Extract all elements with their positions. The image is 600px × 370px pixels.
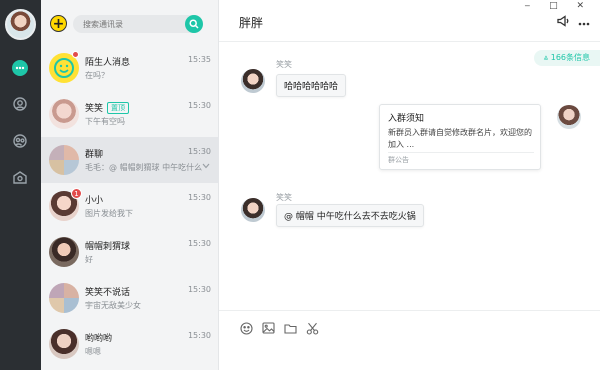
nav-rail — [0, 0, 41, 370]
contact-avatar — [49, 99, 79, 129]
user-avatar[interactable] — [5, 9, 36, 40]
search-icon[interactable] — [185, 15, 203, 33]
contact-time: 15:30 — [187, 101, 211, 110]
chat-window: 胖胖 ‒ □ ✕ ⩓ 166条信息 笑笑 哈哈哈哈哈哈 入群须知 新群员入群请自… — [219, 0, 600, 370]
contact-preview: 宇宙无敌美少女 — [85, 301, 141, 310]
contact-avatar — [49, 237, 79, 267]
contact-name: 群聊 — [85, 150, 104, 160]
contact-time: 15:30 — [187, 239, 211, 248]
contact-avatar — [49, 329, 79, 359]
message-bubble: @ 帽帽 中午吃什么去不去吃火锅 — [276, 204, 424, 227]
conversation-list: 陌生人消息 在吗？ 15:35 笑笑 置顶 下午有空吗 15:30 群聊 毛毛：@… — [41, 45, 219, 367]
chat-header: 胖胖 ‒ □ ✕ — [219, 0, 600, 42]
composer-toolbar — [239, 321, 319, 335]
message-bubble: 哈哈哈哈哈哈 — [276, 74, 347, 97]
contact-time: 15:30 — [187, 285, 211, 294]
self-avatar[interactable] — [557, 105, 581, 129]
contact-name: 笑笑不说话 — [85, 288, 131, 298]
add-button[interactable]: + — [50, 15, 67, 32]
contact-time: 15:30 — [187, 147, 211, 156]
contact-preview: 嗯嗯 — [85, 347, 101, 356]
panel-header: + — [41, 0, 219, 45]
message-sender: 笑笑 — [276, 60, 292, 69]
group-avatar — [49, 283, 79, 313]
conversation-item[interactable]: 帽帽刺猬球 好 15:30 — [41, 229, 219, 275]
groups-nav-icon[interactable] — [8, 130, 32, 154]
pinned-tag: 置顶 — [107, 102, 130, 114]
chat-actions — [557, 15, 590, 29]
conversation-item[interactable]: 哟哟哟 嗯嗯 15:30 — [41, 321, 219, 367]
contact-preview: 下午有空吗 — [85, 117, 125, 126]
conversation-item[interactable]: 群聊 毛毛：@ 帽帽刺猬球 中午吃什么 15:30 — [41, 137, 219, 183]
scissors-icon[interactable] — [305, 321, 319, 335]
image-icon[interactable] — [261, 321, 275, 335]
contact-preview: 毛毛：@ 帽帽刺猬球 中午吃什么 — [85, 163, 203, 172]
more-icon[interactable] — [578, 16, 590, 28]
notice-title: 入群须知 — [388, 114, 425, 124]
apps-nav-icon[interactable] — [8, 166, 32, 190]
conversation-item[interactable]: 1 小小 图片发给我下 15:30 — [41, 183, 219, 229]
conversation-item[interactable]: 陌生人消息 在吗？ 15:35 — [41, 45, 219, 91]
unread-dot — [72, 51, 79, 58]
chat-nav-icon[interactable] — [8, 56, 32, 80]
contact-name: 帽帽刺猬球 — [85, 242, 131, 252]
window-controls[interactable]: ‒ □ ✕ — [525, 1, 593, 11]
sender-avatar[interactable] — [241, 69, 265, 93]
contact-name: 哟哟哟 — [85, 334, 113, 344]
contact-name: 笑笑 置顶 — [85, 101, 130, 114]
message-area[interactable]: ⩓ 166条信息 笑笑 哈哈哈哈哈哈 入群须知 新群员入群请自觉修改群名片，欢迎… — [219, 42, 600, 310]
notice-body: 新群员入群请自觉修改群名片，欢迎您的加入 ... — [388, 128, 532, 149]
contact-preview: 在吗？ — [85, 71, 109, 80]
sender-avatar[interactable] — [241, 198, 265, 222]
message-sender: 笑笑 — [276, 193, 292, 202]
search-input[interactable] — [73, 15, 201, 33]
contact-name: 陌生人消息 — [85, 58, 131, 68]
unread-badge: 1 — [71, 188, 82, 199]
chevron-down-icon[interactable] — [202, 163, 210, 169]
contact-time: 15:30 — [187, 331, 211, 340]
contact-preview: 图片发给我下 — [85, 209, 133, 218]
composer[interactable] — [219, 310, 600, 370]
conversation-item[interactable]: 笑笑不说话 宇宙无敌美少女 15:30 — [41, 275, 219, 321]
contacts-nav-icon[interactable] — [8, 93, 32, 117]
conversation-item[interactable]: 笑笑 置顶 下午有空吗 15:30 — [41, 91, 219, 137]
contact-time: 15:30 — [187, 193, 211, 202]
announcement-icon[interactable] — [557, 15, 570, 29]
folder-icon[interactable] — [283, 321, 297, 335]
contact-time: 15:35 — [187, 55, 211, 64]
chat-title: 胖胖 — [239, 16, 264, 30]
group-avatar — [49, 145, 79, 175]
emoji-icon[interactable] — [239, 321, 253, 335]
notice-footer: 群公告 — [388, 152, 534, 165]
contact-name: 小小 — [85, 196, 104, 206]
group-notice-card[interactable]: 入群须知 新群员入群请自觉修改群名片，欢迎您的加入 ... 群公告 — [379, 104, 541, 170]
conversation-panel: + 陌生人消息 在吗？ 15:35 笑笑置顶 下午有空吗 15:30 群聊 毛毛… — [41, 0, 219, 370]
contact-preview: 好 — [85, 255, 93, 264]
unread-count-pill[interactable]: ⩓ 166条信息 — [533, 50, 600, 66]
